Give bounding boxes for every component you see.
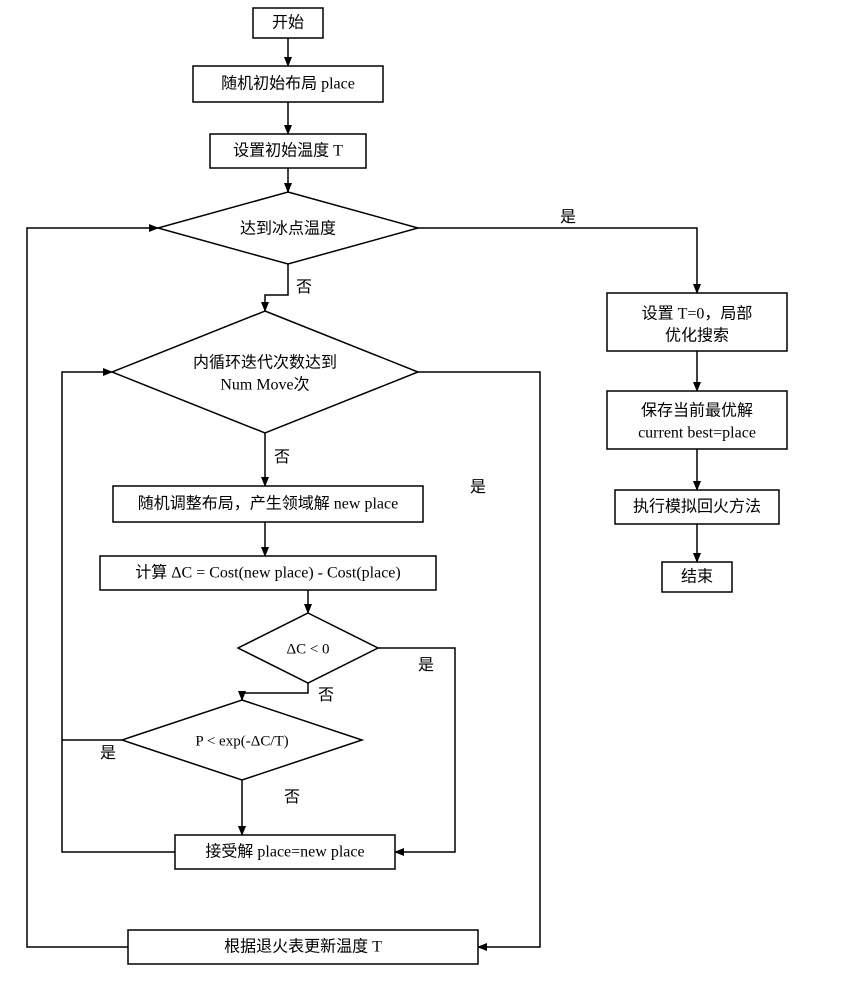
edge-inner-no-label: 否 xyxy=(274,449,290,466)
accept-label: 接受解 place=new place xyxy=(205,843,364,861)
start-label: 开始 xyxy=(272,14,304,32)
edge-accept-loop xyxy=(62,740,175,852)
save-best-label-2: current best=place xyxy=(638,425,756,442)
edge-dclt0-yes-label: 是 xyxy=(418,657,434,674)
edge-dclt0-no-label: 否 xyxy=(318,687,334,704)
init-place-label: 随机初始布局 place xyxy=(221,75,355,93)
inner-loop-label-1: 内循环迭代次数达到 xyxy=(193,354,337,372)
set-t0-label-1: 设置 T=0，局部 xyxy=(642,305,753,323)
edge-dclt0-yes xyxy=(378,648,455,852)
edge-dclt0-no xyxy=(242,683,308,700)
edge-freeze-yes xyxy=(418,228,697,293)
inner-loop-decision xyxy=(112,311,418,433)
set-t-label: 设置初始温度 T xyxy=(233,142,343,160)
random-adjust-label: 随机调整布局，产生领域解 new place xyxy=(138,495,398,513)
edge-inner-yes xyxy=(418,372,540,947)
edge-prob-no-label: 否 xyxy=(284,789,300,806)
edge-freeze-no xyxy=(265,264,288,311)
prob-test-label: P < exp(-ΔC/T) xyxy=(195,733,288,749)
edge-prob-yes-label: 是 xyxy=(100,745,116,762)
freeze-label: 达到冰点温度 xyxy=(240,220,336,238)
save-best-label-1: 保存当前最优解 xyxy=(641,402,753,420)
reheat-label: 执行模拟回火方法 xyxy=(633,498,761,516)
dc-lt0-label: ΔC < 0 xyxy=(286,641,329,657)
edge-freeze-yes-label: 是 xyxy=(560,209,576,226)
inner-loop-label-2: Num Move次 xyxy=(220,376,309,394)
set-t0-label-2: 优化搜索 xyxy=(665,327,729,345)
edge-inner-yes-label: 是 xyxy=(470,479,486,496)
update-t-label: 根据退火表更新温度 T xyxy=(224,938,382,956)
delta-c-label: 计算 ΔC = Cost(new place) - Cost(place) xyxy=(135,563,400,582)
end-label: 结束 xyxy=(681,568,713,586)
edge-freeze-no-label: 否 xyxy=(296,279,312,296)
